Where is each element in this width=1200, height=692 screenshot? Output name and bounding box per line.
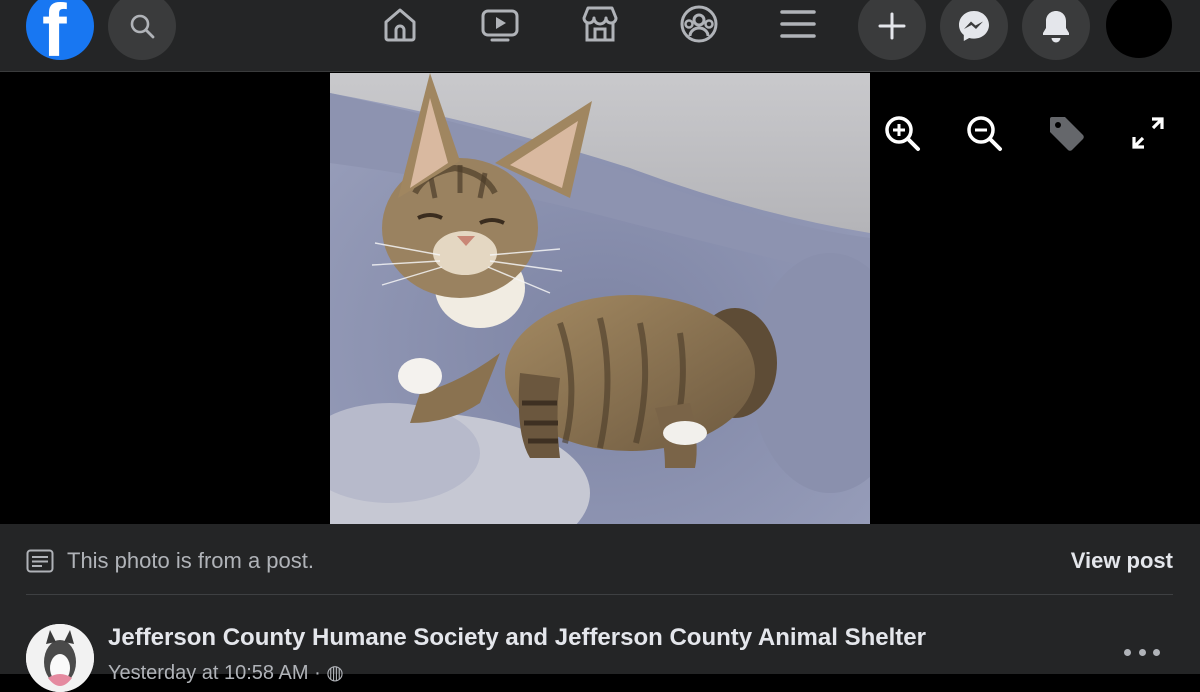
account-avatar[interactable] <box>1106 0 1172 58</box>
create-button[interactable] <box>858 0 926 60</box>
fullscreen-button[interactable] <box>1128 113 1168 153</box>
zoom-in-icon <box>885 116 920 151</box>
post-note-text: This photo is from a post. <box>67 548 314 573</box>
groups-icon <box>680 5 718 43</box>
page-name[interactable]: Jefferson County Humane Society and Jeff… <box>108 624 926 652</box>
zoom-out-icon <box>967 116 1002 151</box>
tag-icon <box>1050 117 1084 151</box>
bell-icon <box>1043 11 1069 43</box>
page-avatar[interactable] <box>26 624 94 692</box>
search-button[interactable] <box>108 0 176 60</box>
post-info-panel: This photo is from a post. View post Jef… <box>0 524 1200 692</box>
video-icon <box>481 9 519 42</box>
facebook-logo-icon[interactable]: f <box>26 0 94 60</box>
nav-watch-button[interactable] <box>480 4 520 44</box>
more-dot-icon <box>1138 648 1146 656</box>
view-post-link[interactable]: View post <box>1071 546 1173 576</box>
menu-icon <box>780 10 816 38</box>
search-icon <box>130 14 155 39</box>
zoom-out-button[interactable] <box>964 113 1004 153</box>
messenger-button[interactable] <box>940 0 1008 60</box>
notifications-button[interactable] <box>1022 0 1090 60</box>
plus-icon <box>878 12 906 40</box>
divider <box>26 594 1173 595</box>
kitten-photo[interactable] <box>330 73 870 524</box>
more-dot-icon <box>1153 648 1160 656</box>
kitten-illustration <box>330 73 870 524</box>
nav-marketplace-button[interactable] <box>580 4 620 44</box>
nav-groups-button[interactable] <box>679 4 719 44</box>
photo-viewer <box>0 73 1200 524</box>
home-icon <box>384 8 416 42</box>
post-document-icon <box>26 549 54 573</box>
tag-photo-button[interactable] <box>1046 113 1086 153</box>
nav-menu-button[interactable] <box>778 4 818 44</box>
store-icon <box>582 6 618 42</box>
post-note: This photo is from a post. <box>26 546 314 576</box>
zoom-in-button[interactable] <box>882 113 922 153</box>
top-navigation-bar: f <box>0 0 1200 72</box>
fullscreen-icon <box>1132 117 1164 149</box>
messenger-icon <box>959 11 989 41</box>
dog-avatar-icon <box>26 624 94 692</box>
nav-home-button[interactable] <box>380 4 420 44</box>
more-dot-icon <box>1124 648 1131 656</box>
more-options-button[interactable] <box>1124 642 1160 662</box>
post-timestamp[interactable]: Yesterday at 10:58 AM · ◍ <box>108 660 344 685</box>
